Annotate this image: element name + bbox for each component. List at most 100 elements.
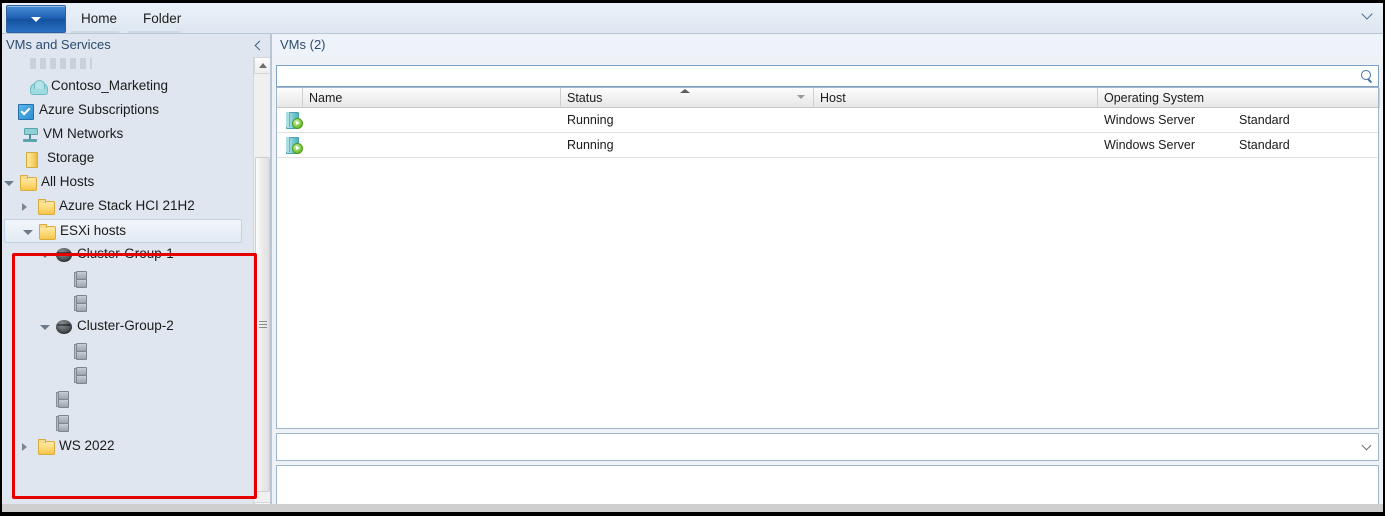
cell-status: Running xyxy=(567,138,614,152)
cell-host xyxy=(820,133,1094,158)
tree-item-label: Contoso_Marketing xyxy=(51,78,169,93)
column-header-status[interactable]: Status xyxy=(561,88,814,108)
host-icon xyxy=(56,415,69,432)
column-header-name[interactable]: Name xyxy=(303,88,561,108)
tab-folder-label: Folder xyxy=(143,11,182,26)
expander-closed-icon[interactable] xyxy=(22,203,27,211)
ribbon-bar: Home Folder xyxy=(2,3,1383,34)
host-icon xyxy=(74,271,87,288)
tree-item-host[interactable] xyxy=(4,267,242,291)
table-row[interactable]: Running Windows Server Standard xyxy=(277,133,1378,158)
cloud-icon xyxy=(30,80,48,95)
cell-os-product: Windows Server xyxy=(1104,113,1195,127)
host-tree[interactable]: Contoso_Marketing Azure Subscriptions VM N… xyxy=(2,57,254,497)
column-header-icon[interactable] xyxy=(277,88,303,108)
cell-name xyxy=(309,133,557,158)
column-header-label: Status xyxy=(567,91,603,105)
results-header: VMs (2) xyxy=(272,34,1383,57)
tree-item-azure-subscriptions[interactable]: Azure Subscriptions xyxy=(4,99,242,123)
tree-item-host[interactable] xyxy=(4,339,242,363)
azure-subscription-icon xyxy=(18,104,34,120)
host-icon xyxy=(74,295,87,312)
tree-item-cluster-group-1[interactable]: Cluster-Group-1 xyxy=(4,243,242,267)
vm-running-icon xyxy=(286,112,303,129)
cell-os-edition: Standard xyxy=(1239,113,1290,127)
host-icon xyxy=(74,367,87,384)
column-header-label: Host xyxy=(820,91,846,105)
tab-folder-underline xyxy=(128,31,180,33)
scvmm-window: Home Folder VMs and Services Contoso_Mar… xyxy=(0,0,1385,516)
tree-item-host[interactable] xyxy=(4,291,242,315)
results-title: VMs (2) xyxy=(280,37,326,52)
tab-home-underline xyxy=(71,31,119,33)
cell-host xyxy=(820,108,1094,133)
search-icon[interactable] xyxy=(1360,69,1374,83)
collapse-pane-button[interactable] xyxy=(253,39,265,51)
tree-item-host[interactable] xyxy=(4,411,242,435)
column-header-os[interactable]: Operating System xyxy=(1098,88,1380,108)
chevron-left-icon xyxy=(254,40,265,51)
vm-running-icon xyxy=(286,137,303,154)
host-icon xyxy=(74,343,87,360)
sort-ascending-icon xyxy=(680,89,690,93)
caret-down-icon xyxy=(31,17,41,22)
tree-item-ws-2022[interactable]: WS 2022 xyxy=(4,435,242,459)
cell-os-product: Windows Server xyxy=(1104,138,1195,152)
search-box[interactable] xyxy=(276,65,1379,87)
navigation-pane: VMs and Services Contoso_Marketing Azure … xyxy=(2,34,272,512)
tab-folder[interactable]: Folder xyxy=(133,7,191,30)
tree-item-cluster-group-2[interactable]: Cluster-Group-2 xyxy=(4,315,242,339)
cluster-icon xyxy=(56,248,72,262)
cell-name xyxy=(309,108,557,133)
folder-icon xyxy=(39,224,56,240)
file-menu-button[interactable] xyxy=(6,5,66,33)
navigation-header: VMs and Services xyxy=(2,34,271,57)
column-header-label: Operating System xyxy=(1104,91,1205,105)
ribbon-expand-button[interactable] xyxy=(1361,8,1377,24)
tab-home-label: Home xyxy=(81,11,118,26)
detail-panel-top[interactable] xyxy=(276,433,1379,461)
host-icon xyxy=(56,391,69,408)
tree-vertical-scrollbar[interactable] xyxy=(253,57,271,512)
redacted-label xyxy=(30,58,92,69)
tree-item-label: WS 2022 xyxy=(59,438,115,453)
tree-item-storage[interactable]: Storage xyxy=(4,147,242,171)
folder-icon xyxy=(20,175,37,191)
tree-item-label: Storage xyxy=(47,150,95,165)
expander-open-icon[interactable] xyxy=(23,230,33,235)
scroll-grip-icon xyxy=(259,320,267,329)
navigation-title: VMs and Services xyxy=(6,37,111,52)
tree-item-azure-stack-hci-21h2[interactable]: Azure Stack HCI 21H2 xyxy=(4,195,242,219)
cell-os: Windows Server Standard xyxy=(1104,133,1376,158)
tree-item-esxi-hosts[interactable]: ESXi hosts xyxy=(4,219,242,243)
folder-icon xyxy=(38,199,55,215)
tree-item-contoso-marketing[interactable]: Contoso_Marketing xyxy=(4,75,242,99)
table-row[interactable]: Running Windows Server Standard xyxy=(277,108,1378,133)
search-input[interactable] xyxy=(279,67,1356,87)
column-header-label: Name xyxy=(309,91,343,105)
expander-open-icon[interactable] xyxy=(4,181,14,186)
column-header-host[interactable]: Host xyxy=(814,88,1098,108)
expander-open-icon[interactable] xyxy=(40,325,50,330)
tree-scroll-thumb[interactable] xyxy=(255,157,270,492)
cell-os-edition: Standard xyxy=(1239,138,1290,152)
vm-grid[interactable]: Name Status Host Operating System Running Wi… xyxy=(276,87,1380,429)
tree-item-label: Azure Stack HCI 21H2 xyxy=(59,198,195,213)
storage-icon xyxy=(26,152,38,168)
tree-item-label: Cluster-Group-2 xyxy=(77,318,174,333)
tree-item-host[interactable] xyxy=(4,57,242,75)
tree-item-host[interactable] xyxy=(4,387,242,411)
column-filter-icon[interactable] xyxy=(797,95,805,99)
window-bottom-strip xyxy=(2,504,1383,512)
tab-home[interactable]: Home xyxy=(71,7,127,30)
vm-grid-header: Name Status Host Operating System xyxy=(277,88,1380,108)
tree-item-label: Cluster-Group-1 xyxy=(77,246,174,261)
tree-item-host[interactable] xyxy=(4,363,242,387)
chevron-down-icon[interactable] xyxy=(1361,440,1372,451)
tree-item-all-hosts[interactable]: All Hosts xyxy=(4,171,242,195)
expander-open-icon[interactable] xyxy=(40,253,50,258)
expander-closed-icon[interactable] xyxy=(22,443,27,451)
tree-item-vm-networks[interactable]: VM Networks xyxy=(4,123,242,147)
scroll-up-arrow-icon[interactable] xyxy=(254,57,271,74)
cell-status: Running xyxy=(567,113,614,127)
